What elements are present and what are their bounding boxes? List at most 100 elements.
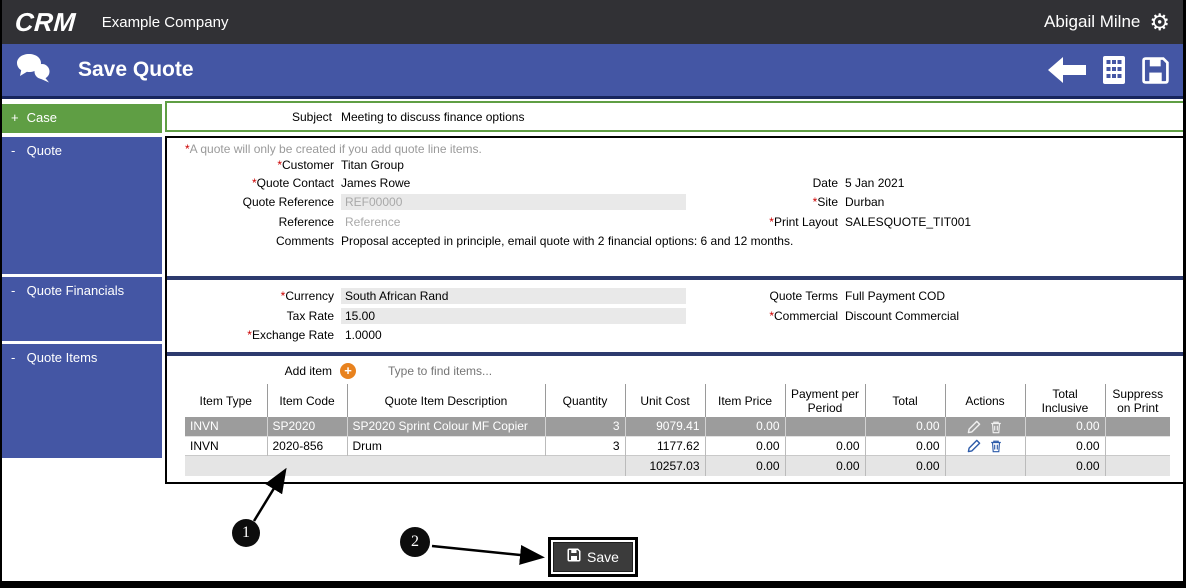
totals-actions-empty [944, 454, 1025, 476]
banner-actions [1047, 55, 1170, 85]
col-total: Total [864, 384, 945, 417]
user-name: Abigail Milne [1043, 12, 1141, 31]
totals-payment-per-period: 0.00 [784, 454, 865, 476]
collapse-icon: - [11, 143, 16, 158]
sidebar-item-quote-financials[interactable]: - Quote Financials [2, 277, 162, 341]
col-suppress-on-print: Suppress on Print [1104, 384, 1170, 417]
col-item-price: Item Price [704, 384, 785, 417]
total-inclusive-cell: 0.00 [1024, 417, 1105, 436]
customer-label: *Customer [277, 158, 334, 172]
edit-pencil-icon[interactable] [965, 419, 983, 433]
date-value: 5 Jan 2021 [845, 176, 905, 190]
crm-logo: CRM [13, 6, 77, 37]
description-cell: Drum [346, 435, 545, 455]
sidebar-item-label: Quote Items [26, 350, 98, 365]
subject-row: Subject Meeting to discuss finance optio… [165, 101, 1183, 132]
date-label: Date [812, 176, 838, 190]
quote-fields: *Customer Titan Group *Quote Contact Jam… [167, 158, 1183, 248]
table-row[interactable]: INVN 2020-856 Drum 3 1177.62 0.00 0.00 0… [185, 435, 1170, 455]
quote-items-table: Item Type Item Code Quote Item Descripti… [185, 384, 1170, 476]
top-bar-right: Abigail Milne ⚙ [1043, 10, 1170, 34]
company-name: Example Company [101, 13, 229, 31]
total-cell: 0.00 [864, 435, 945, 455]
totals-spacer [185, 454, 625, 476]
financial-fields: *Currency South African Rand Quote Terms… [167, 288, 1183, 342]
unit-cost-cell: 1177.62 [624, 435, 705, 455]
item-code-cell: SP2020 [266, 417, 347, 436]
commercial-label: *Commercial [769, 309, 838, 323]
comments-label: Comments [275, 234, 334, 248]
item-price-cell: 0.00 [704, 417, 785, 436]
subject-label: Subject [291, 109, 332, 124]
section-divider [167, 276, 1183, 280]
currency-label: *Currency [280, 289, 334, 303]
totals-total: 0.00 [864, 454, 945, 476]
item-type-cell: INVN [185, 435, 267, 455]
quote-reference-label: Quote Reference [242, 195, 334, 209]
suppress-on-print-cell [1104, 417, 1170, 436]
totals-unit-cost: 10257.03 [624, 454, 705, 476]
quote-reference-field [341, 194, 686, 210]
table-row-selected[interactable]: INVN SP2020 SP2020 Sprint Colour MF Copi… [185, 417, 1170, 436]
actions-cell [944, 417, 1025, 436]
add-item-label: Add item [284, 364, 332, 378]
step-2-badge: 2 [400, 527, 430, 557]
save-button[interactable]: Save [553, 542, 633, 572]
chat-bubbles-icon [15, 52, 51, 89]
quote-items-section: Add item + Item Type [167, 358, 1183, 482]
payment-per-period-cell: 0.00 [784, 435, 865, 455]
quote-warning: *A quote will only be created if you add… [185, 142, 482, 156]
quote-financials-section: *Currency South African Rand Quote Terms… [167, 282, 1183, 350]
quote-contact-label: *Quote Contact [251, 176, 334, 190]
totals-item-price: 0.00 [704, 454, 785, 476]
tax-rate-field[interactable]: 15.00 [341, 308, 686, 324]
crm-window: CRM Example Company Abigail Milne ⚙ Save… [0, 0, 1186, 588]
exchange-rate-value: 1.0000 [345, 328, 382, 342]
save-icon[interactable] [1141, 56, 1170, 85]
gear-icon[interactable]: ⚙ [1149, 10, 1170, 34]
customer-value: Titan Group [341, 158, 404, 172]
currency-field[interactable]: South African Rand [341, 288, 686, 304]
reference-label: Reference [278, 215, 334, 229]
add-item-plus-icon[interactable]: + [340, 363, 356, 379]
find-items-input[interactable] [388, 364, 688, 378]
delete-trash-icon[interactable] [987, 438, 1005, 453]
add-item-row: Add item + [185, 360, 1170, 382]
totals-total-inclusive: 0.00 [1024, 454, 1105, 476]
quantity-cell: 3 [544, 417, 625, 436]
save-floppy-icon [567, 548, 581, 565]
edit-pencil-icon[interactable] [965, 438, 983, 453]
commercial-value: Discount Commercial [845, 309, 960, 323]
quote-box: *A quote will only be created if you add… [165, 136, 1183, 484]
tax-rate-label: Tax Rate [286, 309, 334, 323]
table-header-row: Item Type Item Code Quote Item Descripti… [185, 384, 1170, 417]
print-layout-label: *Print Layout [769, 215, 838, 229]
reference-field[interactable] [341, 214, 686, 230]
payment-per-period-cell [784, 417, 865, 436]
item-type-cell: INVN [190, 419, 219, 434]
quote-terms-label: Quote Terms [769, 289, 838, 303]
item-price-cell: 0.00 [704, 435, 785, 455]
step-1-badge: 1 [232, 519, 260, 547]
sidebar-item-quote[interactable]: - Quote [2, 137, 162, 274]
sidebar: + Case - Quote - Quote Financials - Quot… [2, 99, 165, 580]
sidebar-item-case[interactable]: + Case [2, 104, 162, 133]
item-code-cell: 2020-856 [266, 435, 347, 455]
delete-trash-icon[interactable] [987, 419, 1005, 433]
col-item-code: Item Code [266, 384, 347, 417]
subject-value: Meeting to discuss finance options [341, 109, 525, 124]
expand-icon: + [11, 110, 19, 125]
calculator-icon[interactable] [1102, 55, 1126, 85]
unit-cost-cell: 9079.41 [624, 417, 705, 436]
totals-suppress-empty [1104, 454, 1170, 476]
quote-section: *A quote will only be created if you add… [167, 138, 1183, 274]
exchange-rate-label: *Exchange Rate [247, 328, 334, 342]
quote-terms-value: Full Payment COD [845, 289, 946, 303]
collapse-icon: - [11, 283, 16, 298]
quote-contact-value: James Rowe [341, 176, 411, 190]
sidebar-item-quote-items[interactable]: - Quote Items [2, 344, 162, 458]
save-button-label: Save [587, 548, 619, 565]
back-arrow-icon[interactable] [1047, 56, 1087, 84]
sidebar-item-label: Case [26, 110, 57, 125]
top-bar: CRM Example Company Abigail Milne ⚙ [2, 0, 1183, 44]
